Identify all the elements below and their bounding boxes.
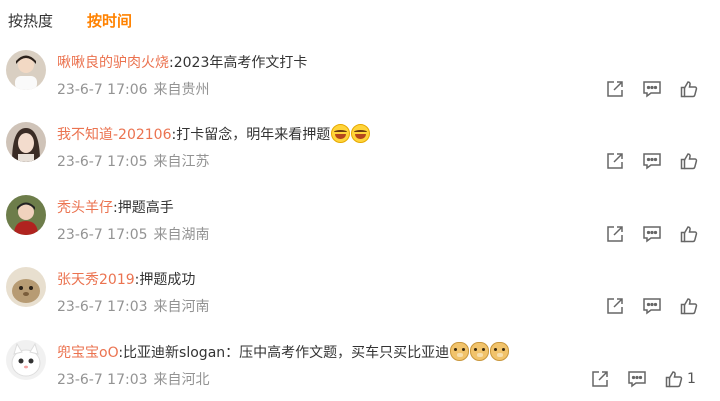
comment-icon[interactable] [627,370,647,388]
share-icon[interactable] [606,225,624,243]
comment-icon[interactable] [642,225,662,243]
comment-location: 来自湖南 [153,227,210,243]
comment-text: :比亚迪新slogan：压中高考作文题，买车只买比亚迪 [118,345,450,361]
sort-tab-hot[interactable]: 按热度 [8,10,53,34]
comment-item: 秃头羊仔:押题高手 23-6-7 17:05 来自湖南 [0,189,720,261]
doge-emoji-icon [450,342,470,361]
comment-item: 啾啾良的驴肉火烧:2023年高考作文打卡 23-6-7 17:06 来自贵州 [0,44,720,116]
comment-text: :押题成功 [134,272,196,288]
avatar[interactable] [6,122,46,162]
comment-actions [606,295,702,317]
comment-location: 来自贵州 [153,82,210,98]
comment-icon[interactable] [642,297,662,315]
thumbs-up-icon[interactable] [680,152,698,170]
comment-time: 23-6-7 17:06 [57,82,148,98]
comment-username[interactable]: 秃头羊仔 [57,200,113,216]
sort-tabs: 按热度 按时间 [8,10,132,34]
comment-username[interactable]: 张天秀2019 [57,272,135,288]
thumbs-up-icon[interactable] [680,225,698,243]
laugh-emoji-icon [331,124,351,143]
comment-location: 来自江苏 [153,154,210,170]
thumbs-up-icon[interactable] [680,80,698,98]
share-icon[interactable] [606,152,624,170]
comment-time: 23-6-7 17:03 [57,372,148,388]
comment-actions [606,223,702,245]
comment-time: 23-6-7 17:05 [57,227,148,243]
thumbs-up-icon[interactable] [680,297,698,315]
comment-text: :押题高手 [113,200,174,216]
laugh-emoji-icon [351,124,371,143]
avatar[interactable] [6,267,46,307]
share-icon[interactable] [606,297,624,315]
avatar[interactable] [6,340,46,380]
comment-text: :打卡留念，明年来看押题 [171,127,331,143]
comment-icon[interactable] [642,152,662,170]
sort-tab-time[interactable]: 按时间 [87,10,132,34]
comment-username[interactable]: 兜宝宝oO [57,345,118,361]
comment-actions [606,150,702,172]
like-count: 1 [687,371,696,387]
share-icon[interactable] [591,370,609,388]
comment-location: 来自河北 [153,372,210,388]
comment-icon[interactable] [642,80,662,98]
doge-emoji-icon [490,342,510,361]
comment-username[interactable]: 我不知道-202106 [57,127,172,143]
comment-item: 张天秀2019:押题成功 23-6-7 17:03 来自河南 [0,261,720,333]
doge-emoji-icon [470,342,490,361]
thumbs-up-icon[interactable] [665,370,683,388]
comment-location: 来自河南 [153,299,210,315]
comment-text: :2023年高考作文打卡 [169,55,308,71]
avatar[interactable] [6,195,46,235]
comment-time: 23-6-7 17:03 [57,299,148,315]
comment-time: 23-6-7 17:05 [57,154,148,170]
comment-item: 我不知道-202106:打卡留念，明年来看押题 23-6-7 17:05 来自江苏 [0,116,720,188]
comment-username[interactable]: 啾啾良的驴肉火烧 [57,55,169,71]
comment-actions: 1 [591,368,696,390]
comment-actions [606,78,702,100]
share-icon[interactable] [606,80,624,98]
avatar[interactable] [6,50,46,90]
comment-item: 兜宝宝oO:比亚迪新slogan：压中高考作文题，买车只买比亚迪 23-6-7 … [0,334,720,401]
